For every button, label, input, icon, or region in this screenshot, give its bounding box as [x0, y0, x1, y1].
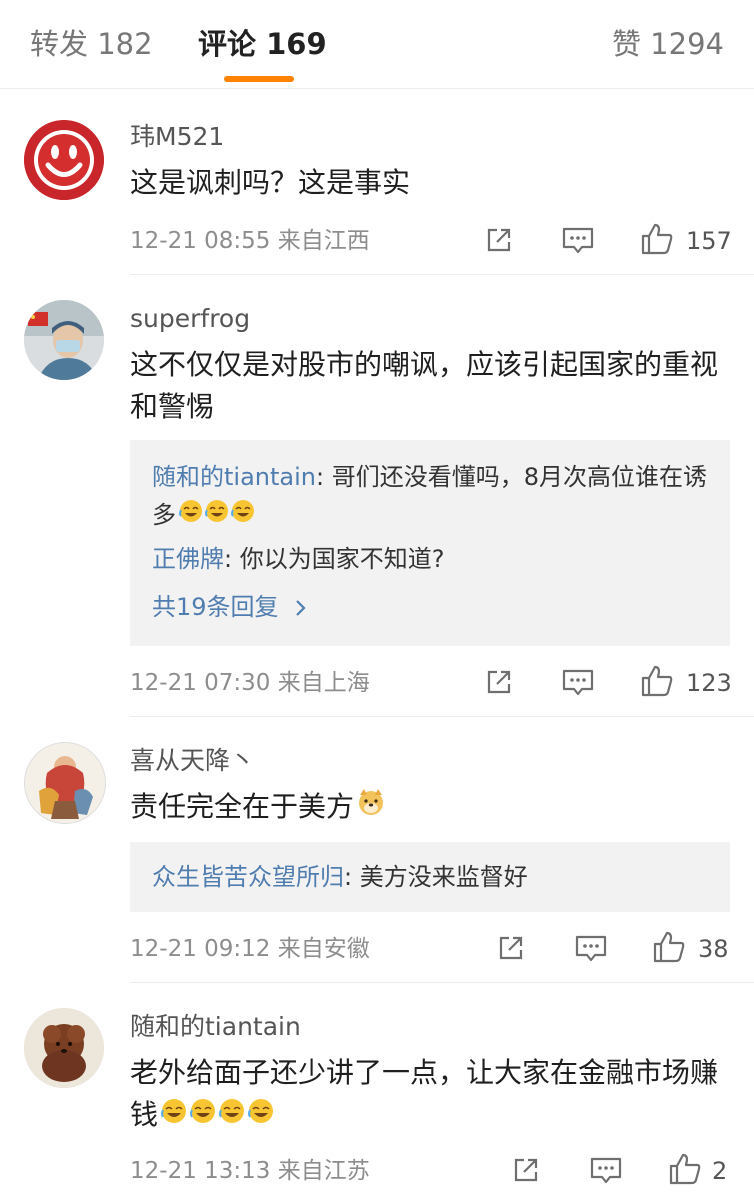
comment-text-content: 责任完全在于美方: [130, 790, 355, 823]
comment-item: 随和的tiantain 老外给面子还少讲了一点，让大家在金融市场赚钱 12-21…: [0, 984, 754, 1200]
comment-location: 来自江苏: [277, 1158, 370, 1184]
reply-user[interactable]: 正佛牌: [152, 545, 224, 573]
comment-author[interactable]: 随和的tiantain: [130, 1012, 301, 1042]
comment-text: 这是讽刺吗？这是事实: [130, 166, 411, 199]
thumbs-up-icon[interactable]: [640, 222, 674, 256]
like-count: 2: [712, 1157, 728, 1185]
comment-icon[interactable]: [589, 1154, 623, 1186]
reply-text: 美方没来监督好: [359, 863, 528, 891]
share-icon[interactable]: [495, 932, 527, 964]
doge-emoji: [356, 787, 386, 829]
share-icon[interactable]: [510, 1154, 542, 1186]
comment-time: 12-21 07:30: [130, 670, 271, 696]
reply-separator: :: [316, 463, 332, 491]
comment-item: superfrog 这不仅仅是对股市的嘲讽，应该引起国家的重视和警惕 随和的ti…: [0, 276, 754, 718]
thumbs-up-icon[interactable]: [652, 930, 686, 964]
reply-separator: :: [224, 545, 240, 573]
avatar[interactable]: [24, 120, 104, 200]
comment-author[interactable]: 玮M521: [130, 122, 224, 152]
comment-icon[interactable]: [561, 666, 595, 698]
like-count: 38: [698, 935, 729, 963]
comment-item: 喜从天降丶 责任完全在于美方 众生皆苦众望所归: 美方没来监督好 12-21 0…: [0, 718, 754, 984]
like-count: 123: [686, 669, 732, 697]
comment-location: 来自上海: [277, 670, 370, 696]
like-count: 157: [686, 227, 732, 255]
reply-item[interactable]: 正佛牌: 你以为国家不知道?: [152, 540, 712, 578]
comment-time: 12-21 09:12: [130, 936, 271, 962]
laughing-crying-emoji: [178, 497, 256, 535]
comment-text: 老外给面子还少讲了一点，让大家在金融市场赚钱: [130, 1052, 730, 1137]
reply-box: 随和的tiantain: 哥们还没看懂吗，8月次高位谁在诱多 正佛牌: 你以为国…: [130, 440, 730, 646]
reply-user[interactable]: 众生皆苦众望所归: [152, 863, 344, 891]
tab-like[interactable]: 赞 1294: [612, 26, 724, 62]
comment-location: 来自安徽: [277, 936, 370, 962]
divider: [130, 274, 754, 275]
divider: [130, 982, 754, 983]
comment-author[interactable]: superfrog: [130, 304, 250, 334]
comment-meta: 12-21 08:55 来自江西: [130, 226, 370, 256]
comment-text: 责任完全在于美方: [130, 786, 730, 829]
comment-meta: 12-21 09:12 来自安徽: [130, 934, 370, 964]
tab-repost[interactable]: 转发 182: [30, 26, 153, 62]
reply-text: 你以为国家不知道?: [239, 545, 445, 573]
comment-icon[interactable]: [574, 932, 608, 964]
comment-location: 来自江西: [277, 228, 370, 254]
more-replies-label[interactable]: 共19条回复: [152, 593, 279, 621]
chevron-right-icon: [296, 600, 306, 616]
reply-box: 众生皆苦众望所归: 美方没来监督好: [130, 842, 730, 912]
share-icon[interactable]: [483, 224, 515, 256]
avatar[interactable]: [24, 742, 106, 824]
tab-bar: 转发 182 评论 169 赞 1294: [0, 0, 754, 89]
reply-user[interactable]: 随和的tiantain: [152, 463, 316, 491]
avatar[interactable]: [24, 300, 104, 380]
share-icon[interactable]: [483, 666, 515, 698]
thumbs-up-icon[interactable]: [640, 664, 674, 698]
laughing-crying-emoji: [160, 1095, 276, 1137]
comment-time: 12-21 13:13: [130, 1158, 271, 1184]
comment-meta: 12-21 07:30 来自上海: [130, 668, 370, 698]
divider: [130, 716, 754, 717]
more-replies-link[interactable]: 共19条回复: [152, 588, 712, 626]
comment-item: 玮M521 这是讽刺吗？这是事实 12-21 08:55 来自江西 157: [0, 88, 754, 276]
reply-item[interactable]: 众生皆苦众望所归: 美方没来监督好: [152, 858, 712, 896]
comment-time: 12-21 08:55: [130, 228, 271, 254]
active-tab-indicator: [224, 76, 294, 82]
comment-meta: 12-21 13:13 来自江苏: [130, 1156, 370, 1186]
tab-comment[interactable]: 评论 169: [198, 26, 327, 62]
comment-author[interactable]: 喜从天降丶: [130, 746, 255, 776]
reply-separator: :: [344, 863, 360, 891]
thumbs-up-icon[interactable]: [668, 1152, 702, 1186]
avatar[interactable]: [24, 1008, 104, 1088]
comment-text: 这不仅仅是对股市的嘲讽，应该引起国家的重视和警惕: [130, 348, 719, 423]
reply-item[interactable]: 随和的tiantain: 哥们还没看懂吗，8月次高位谁在诱多: [152, 458, 712, 535]
comment-icon[interactable]: [561, 224, 595, 256]
